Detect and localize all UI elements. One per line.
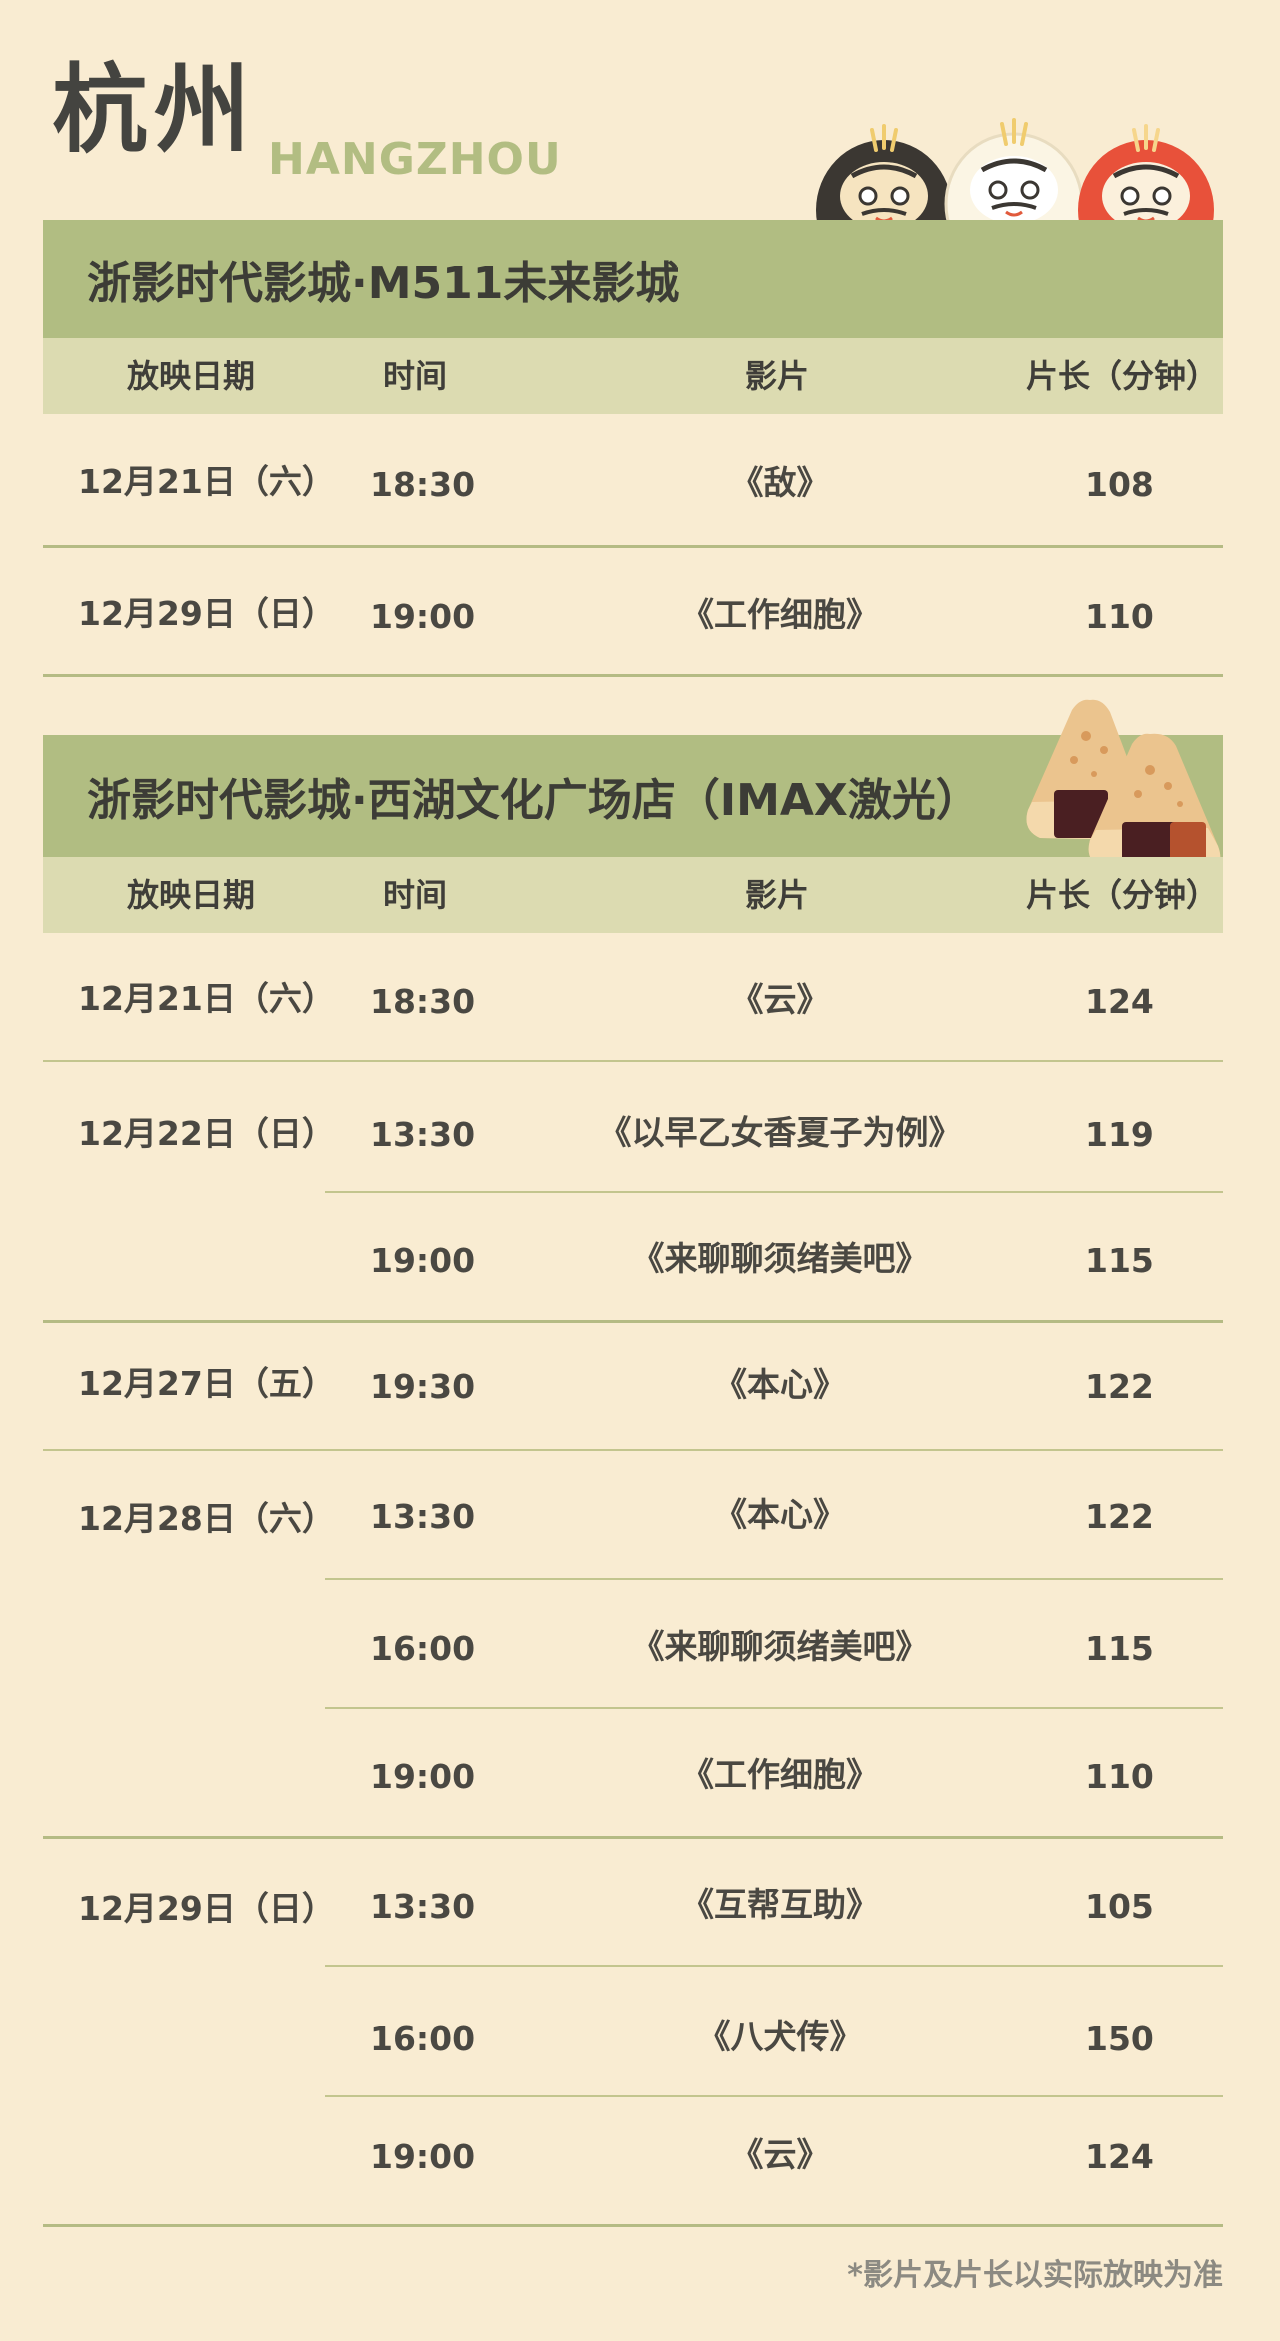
row-divider <box>43 545 1223 548</box>
column-header-film: 影片 <box>745 357 810 395</box>
row-divider <box>325 1578 1223 1580</box>
row-duration: 110 <box>1085 1757 1154 1796</box>
cinema-name-bar: 浙影时代影城·M511未来影城 <box>43 220 1223 338</box>
column-header-date: 放映日期 <box>127 357 256 395</box>
row-date: 12月21日（六） <box>78 462 335 501</box>
row-film: 《工作细胞》 <box>681 595 879 634</box>
row-time: 16:00 <box>370 2019 476 2058</box>
row-film: 《敌》 <box>730 463 830 502</box>
column-header-time: 时间 <box>383 357 448 395</box>
row-film: 《云》 <box>730 2135 830 2174</box>
row-date: 12月21日（六） <box>78 979 335 1018</box>
row-time: 18:30 <box>370 982 476 1021</box>
row-film: 《本心》 <box>714 1495 846 1534</box>
row-divider <box>43 1060 1223 1062</box>
row-divider <box>325 1191 1223 1193</box>
column-header-row: 放映日期 时间 影片 片长（分钟） <box>43 338 1223 414</box>
column-header-row: 放映日期 时间 影片 片长（分钟） <box>43 857 1223 933</box>
row-duration: 115 <box>1085 1241 1154 1280</box>
row-film: 《八犬传》 <box>697 2017 863 2056</box>
column-header-date: 放映日期 <box>127 876 256 914</box>
row-divider <box>43 1836 1223 1839</box>
row-divider <box>43 1320 1223 1323</box>
city-english-name: HANGZHOU <box>268 134 562 185</box>
row-date: 12月29日（日） <box>78 1889 335 1928</box>
row-time: 16:00 <box>370 1629 476 1668</box>
row-film: 《来聊聊须绪美吧》 <box>631 1239 929 1278</box>
city-title: 杭州 <box>52 54 256 166</box>
row-film: 《工作细胞》 <box>681 1755 879 1794</box>
section-divider <box>43 2224 1223 2227</box>
row-film: 《云》 <box>730 980 830 1019</box>
row-duration: 110 <box>1085 597 1154 636</box>
row-time: 18:30 <box>370 465 476 504</box>
row-time: 19:00 <box>370 1757 476 1796</box>
row-time: 19:30 <box>370 1367 476 1406</box>
row-time: 13:30 <box>370 1115 476 1154</box>
row-time: 13:30 <box>370 1497 476 1536</box>
row-film: 《来聊聊须绪美吧》 <box>631 1627 929 1666</box>
footnote: *影片及片长以实际放映为准 <box>847 2258 1223 2293</box>
row-duration: 122 <box>1085 1367 1154 1406</box>
column-header-duration: 片长（分钟） <box>1026 876 1219 914</box>
row-time: 19:00 <box>370 597 476 636</box>
row-duration: 124 <box>1085 2137 1154 2176</box>
row-film: 《以早乙女香夏子为例》 <box>598 1113 962 1152</box>
row-divider <box>325 1707 1223 1709</box>
row-divider <box>325 2095 1223 2097</box>
row-date: 12月28日（六） <box>78 1499 335 1538</box>
row-date: 12月29日（日） <box>78 594 335 633</box>
row-time: 19:00 <box>370 2137 476 2176</box>
row-time: 19:00 <box>370 1241 476 1280</box>
row-time: 13:30 <box>370 1887 476 1926</box>
row-duration: 150 <box>1085 2019 1154 2058</box>
row-film: 《互帮互助》 <box>681 1885 879 1924</box>
column-header-time: 时间 <box>383 876 448 914</box>
row-duration: 115 <box>1085 1629 1154 1668</box>
row-divider <box>43 1449 1223 1451</box>
row-divider <box>325 1965 1223 1967</box>
column-header-duration: 片长（分钟） <box>1026 357 1219 395</box>
onigiri-decoration <box>1020 690 1240 880</box>
row-duration: 122 <box>1085 1497 1154 1536</box>
row-date: 12月22日（日） <box>78 1114 335 1153</box>
row-duration: 124 <box>1085 982 1154 1021</box>
row-date: 12月27日（五） <box>78 1364 335 1403</box>
row-duration: 119 <box>1085 1115 1154 1154</box>
onigiri-icon <box>1026 699 1221 870</box>
column-header-film: 影片 <box>745 876 810 914</box>
row-duration: 108 <box>1085 465 1154 504</box>
row-duration: 105 <box>1085 1887 1154 1926</box>
section-divider <box>43 674 1223 677</box>
row-film: 《本心》 <box>714 1365 846 1404</box>
